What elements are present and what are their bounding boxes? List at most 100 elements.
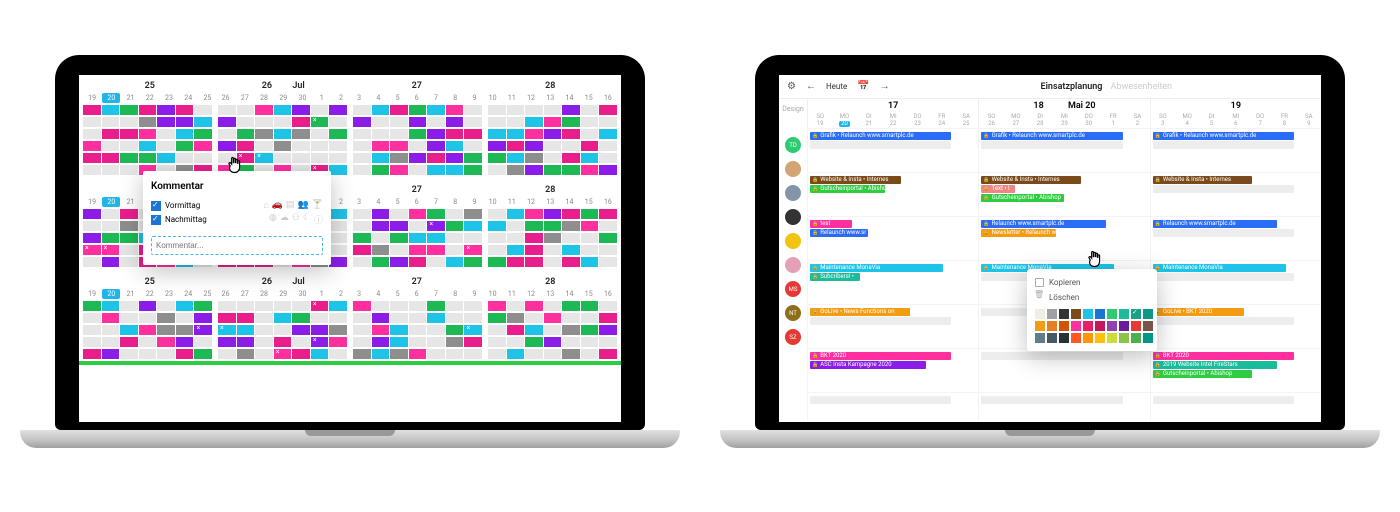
calendar-cell[interactable] <box>409 325 427 335</box>
day-number[interactable]: 12 <box>522 93 540 103</box>
task-bar[interactable]: 🔒Website & Insta • Internes <box>810 176 901 184</box>
globe-icon[interactable]: ◍ <box>269 213 277 226</box>
calendar-cell[interactable] <box>292 301 310 311</box>
calendar-cell[interactable] <box>102 209 120 219</box>
calendar-cell[interactable] <box>102 153 120 163</box>
calendar-cell[interactable] <box>139 325 157 335</box>
day-number[interactable]: 1 <box>313 93 331 103</box>
calendar-cell[interactable] <box>599 233 617 243</box>
calendar-cell[interactable] <box>446 313 464 323</box>
calendar-cell[interactable] <box>120 313 138 323</box>
calendar-cell[interactable] <box>599 141 617 151</box>
calendar-cell[interactable] <box>255 153 273 163</box>
calendar-cell[interactable] <box>120 141 138 151</box>
calendar-cell[interactable] <box>120 257 138 267</box>
calendar-cell[interactable] <box>83 313 101 323</box>
calendar-cell[interactable] <box>390 129 408 139</box>
calendar-cell[interactable] <box>139 105 157 115</box>
calendar-cell[interactable] <box>237 117 255 127</box>
avatar[interactable] <box>785 209 801 225</box>
calendar-cell[interactable] <box>83 141 101 151</box>
day-column[interactable]: FR8 <box>1272 113 1296 128</box>
color-swatch[interactable] <box>1083 309 1093 319</box>
calendar-cell[interactable] <box>464 221 482 231</box>
calendar-cell[interactable] <box>311 349 329 359</box>
calendar-cell[interactable] <box>218 325 236 335</box>
calendar-cell[interactable] <box>507 233 525 243</box>
calendar-cell[interactable] <box>446 301 464 311</box>
group-icon[interactable]: ⚇ <box>292 213 300 226</box>
calendar-cell[interactable] <box>488 105 506 115</box>
calendar-cell[interactable] <box>525 209 543 219</box>
day-column[interactable]: DO30 <box>1077 113 1101 128</box>
calendar-cell[interactable] <box>218 301 236 311</box>
calendar-cell[interactable] <box>464 301 482 311</box>
calendar-cell[interactable] <box>427 301 445 311</box>
task-bar[interactable]: 🔒Grafik • Relaunch www.smartplc.de <box>981 132 1122 140</box>
calendar-cell[interactable] <box>274 117 292 127</box>
color-swatch[interactable] <box>1047 321 1057 331</box>
calendar-cell[interactable] <box>176 129 194 139</box>
color-swatch[interactable] <box>1083 321 1093 331</box>
calendar-cell[interactable] <box>427 141 445 151</box>
calendar-cell[interactable] <box>562 325 580 335</box>
calendar-cell[interactable] <box>194 153 212 163</box>
calendar-cell[interactable] <box>329 221 347 231</box>
calendar-cell[interactable] <box>488 325 506 335</box>
calendar-cell[interactable] <box>599 257 617 267</box>
tab-abwesenheiten[interactable]: Abwesenheiten <box>1111 82 1172 92</box>
calendar-cell[interactable] <box>488 209 506 219</box>
car-icon[interactable]: 🚗 <box>272 200 283 211</box>
day-number[interactable]: 26 <box>217 93 235 103</box>
calendar-cell[interactable] <box>102 257 120 267</box>
calendar-cell[interactable] <box>507 257 525 267</box>
calendar-cell[interactable] <box>372 313 390 323</box>
day-number[interactable]: 5 <box>388 289 406 299</box>
calendar-cell[interactable] <box>599 105 617 115</box>
day-number[interactable]: 24 <box>179 93 197 103</box>
calendar-cell[interactable] <box>562 153 580 163</box>
calendar-cell[interactable] <box>311 301 329 311</box>
calendar-cell[interactable] <box>120 105 138 115</box>
calendar-cell[interactable] <box>102 325 120 335</box>
calendar-cell[interactable] <box>83 257 101 267</box>
calendar-cell[interactable] <box>372 221 390 231</box>
calendar-cell[interactable] <box>176 337 194 347</box>
calendar-cell[interactable] <box>488 153 506 163</box>
day-column[interactable]: SO26 <box>979 113 1003 128</box>
calendar-cell[interactable] <box>218 153 236 163</box>
calendar-cell[interactable] <box>507 117 525 127</box>
day-column[interactable]: DI5 <box>1199 113 1223 128</box>
task-bar[interactable]: 🔒test <box>810 220 852 228</box>
calendar-cell[interactable] <box>218 129 236 139</box>
day-column[interactable]: MO20 <box>832 113 856 128</box>
calendar-cell[interactable] <box>581 233 599 243</box>
calendar-cell[interactable] <box>83 325 101 335</box>
day-number[interactable]: 7 <box>427 197 445 207</box>
day-number[interactable]: 16 <box>599 197 617 207</box>
calendar-cell[interactable] <box>372 349 390 359</box>
calendar-cell[interactable] <box>544 165 562 175</box>
calendar-cell[interactable] <box>390 349 408 359</box>
calendar-cell[interactable] <box>83 349 101 359</box>
calendar-cell[interactable] <box>102 117 120 127</box>
calendar-cell[interactable] <box>427 245 445 255</box>
calendar-cell[interactable] <box>409 245 427 255</box>
calendar-cell[interactable] <box>390 153 408 163</box>
calendar-cell[interactable] <box>427 337 445 347</box>
calendar-cell[interactable] <box>102 337 120 347</box>
day-number[interactable]: 8 <box>446 93 464 103</box>
calendar-cell[interactable] <box>353 141 371 151</box>
calendar-cell[interactable] <box>292 337 310 347</box>
calendar-cell[interactable] <box>157 325 175 335</box>
day-column[interactable]: DI21 <box>857 113 881 128</box>
calendar-cell[interactable] <box>292 153 310 163</box>
calendar-cell[interactable] <box>194 129 212 139</box>
calendar-cell[interactable] <box>311 105 329 115</box>
color-swatch[interactable] <box>1119 309 1129 319</box>
calendar-cell[interactable] <box>390 165 408 175</box>
day-number[interactable]: 2 <box>332 289 350 299</box>
calendar-cell[interactable] <box>464 153 482 163</box>
calendar-cell[interactable] <box>120 117 138 127</box>
calendar-cell[interactable] <box>464 209 482 219</box>
